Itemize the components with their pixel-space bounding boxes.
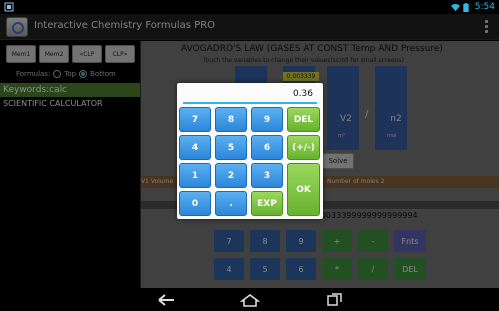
key-sign[interactable]: (+/-): [287, 135, 320, 160]
clock: 5:54: [474, 2, 495, 12]
key-exp[interactable]: EXP: [251, 191, 283, 216]
wifi-icon: [450, 3, 460, 12]
navigation-bar: [0, 288, 499, 310]
key-7[interactable]: 7: [179, 107, 211, 132]
status-bar: 5:54: [0, 0, 499, 14]
key-6[interactable]: 6: [251, 135, 283, 160]
key-dot[interactable]: .: [215, 191, 247, 216]
home-icon[interactable]: [239, 292, 261, 307]
key-3[interactable]: 3: [251, 163, 283, 188]
key-9[interactable]: 9: [251, 107, 283, 132]
key-0[interactable]: 0: [179, 191, 211, 216]
key-8[interactable]: 8: [215, 107, 247, 132]
recents-icon[interactable]: [325, 292, 345, 306]
keypad-display-value: 0.36: [292, 89, 313, 99]
key-del[interactable]: DEL: [287, 107, 320, 132]
battery-icon: [463, 2, 472, 12]
key-5[interactable]: 5: [215, 135, 247, 160]
back-icon[interactable]: [157, 292, 177, 306]
key-ok[interactable]: OK: [287, 163, 320, 216]
key-4[interactable]: 4: [179, 135, 211, 160]
numeric-keypad-dialog: 0.36 7 8 9 DEL 4 5 6 (+/-) 1 2 3 OK 0 . …: [177, 83, 323, 219]
keypad-display[interactable]: 0.36: [183, 86, 317, 104]
key-1[interactable]: 1: [179, 163, 211, 188]
key-2[interactable]: 2: [215, 163, 247, 188]
notification-icon: [4, 2, 14, 12]
status-icons: 5:54: [450, 1, 495, 13]
